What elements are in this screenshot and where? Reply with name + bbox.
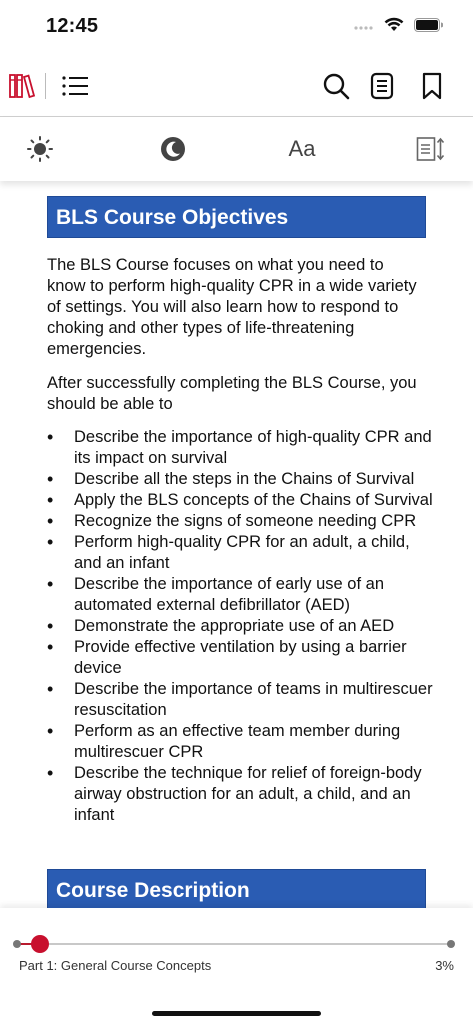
progress-slider-thumb[interactable] (30, 935, 49, 953)
list-item: Describe the importance of early use of … (47, 574, 437, 616)
book-content[interactable]: BLS Course Objectives The BLS Course foc… (0, 181, 473, 908)
section-heading-course-description: Course Description (47, 869, 426, 908)
layout-settings-button[interactable] (414, 133, 448, 165)
dark-mode-button[interactable] (157, 133, 189, 165)
list-item: Apply the BLS concepts of the Chains of … (47, 490, 437, 511)
notes-icon (370, 72, 394, 100)
light-mode-button[interactable] (24, 133, 56, 165)
list-item: Describe the technique for relief of for… (47, 763, 437, 826)
lead-in-paragraph: After successfully completing the BLS Co… (47, 374, 417, 413)
list-item: Perform high-quality CPR for an adult, a… (47, 532, 437, 574)
progress-percent: 3% (435, 958, 454, 973)
home-indicator[interactable] (152, 1011, 321, 1016)
wifi-icon (384, 17, 404, 37)
reading-settings-bar: Aa (0, 117, 473, 181)
list-item: Provide effective ventilation by using a… (47, 637, 437, 679)
list-item: Demonstrate the appropriate use of an AE… (47, 616, 437, 637)
list-item: Recognize the signs of someone needing C… (47, 511, 437, 532)
table-of-contents-button[interactable] (58, 70, 92, 102)
library-icon (9, 74, 36, 99)
notes-button[interactable] (366, 70, 398, 102)
objectives-list: Describe the importance of high-quality … (47, 427, 437, 826)
battery-icon (414, 17, 444, 37)
list-icon (62, 76, 88, 96)
bookmark-button[interactable] (416, 70, 448, 102)
search-button[interactable] (320, 70, 352, 102)
progress-start-dot (13, 940, 21, 948)
progress-end-dot (447, 940, 455, 948)
progress-track[interactable] (16, 943, 452, 945)
library-button[interactable] (6, 70, 38, 102)
search-icon (323, 73, 350, 100)
list-item: Describe the importance of teams in mult… (47, 679, 437, 721)
chapter-label: Part 1: General Course Concepts (19, 958, 212, 973)
reader-toolbar (0, 56, 473, 118)
signal-icon (354, 18, 374, 36)
page-scroll-icon (416, 137, 445, 161)
bookmark-icon (422, 72, 442, 100)
list-item: Perform as an effective team member duri… (47, 721, 437, 763)
moon-icon (161, 137, 185, 161)
reading-progress-bar: Part 1: General Course Concepts 3% (0, 908, 473, 1024)
list-item: Describe the importance of high-quality … (47, 427, 437, 469)
status-time: 12:45 (46, 15, 99, 37)
toolbar-separator (45, 73, 46, 99)
status-bar: 12:45 (0, 0, 473, 56)
font-settings-button[interactable]: Aa (280, 131, 324, 167)
section-heading-objectives: BLS Course Objectives (47, 196, 426, 238)
status-icons (354, 17, 444, 37)
list-item: Describe all the steps in the Chains of … (47, 469, 437, 490)
sun-icon (27, 136, 53, 162)
intro-paragraph: The BLS Course focuses on what you need … (47, 256, 417, 358)
